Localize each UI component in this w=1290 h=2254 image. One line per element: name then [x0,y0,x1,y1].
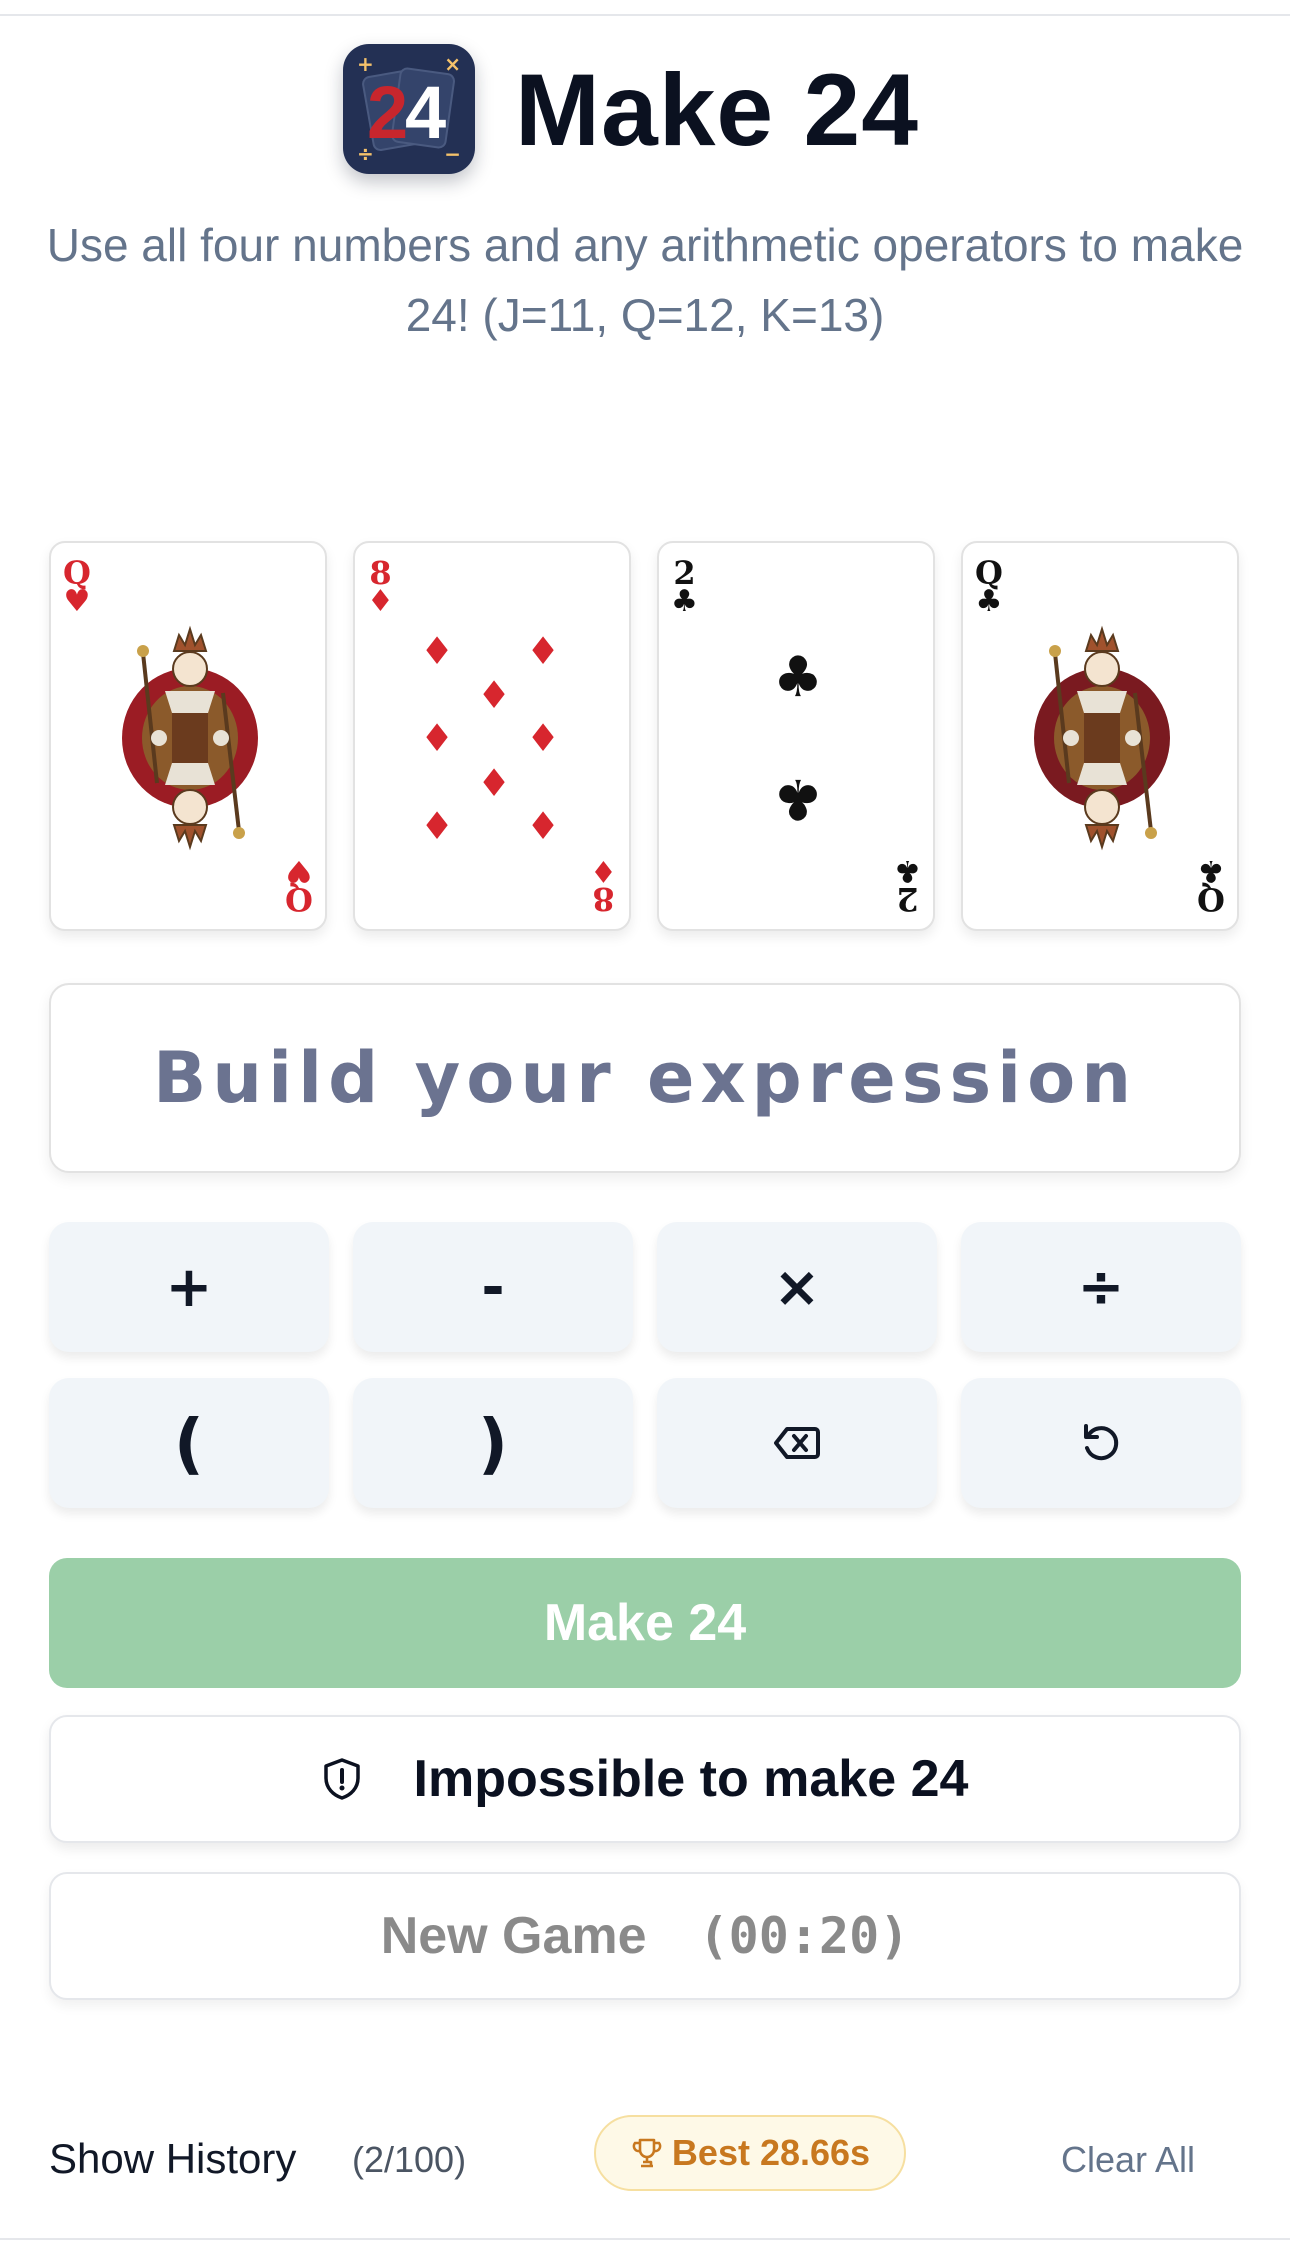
playing-card-q-hearts[interactable]: Q ♥ Q ♥ [49,541,327,931]
reset-icon [1084,1424,1119,1461]
new-game-label: New Game [380,1907,647,1965]
header: + × ÷ − 2 4 Make 24 [0,44,1290,184]
reset-button[interactable] [961,1378,1241,1508]
card-suit: ♣ [975,584,1003,619]
make-24-button[interactable]: Make 24 [49,1558,1241,1688]
diamonds-pip-icon: ♦ [525,716,561,760]
plus-button[interactable]: + [49,1222,329,1352]
close-paren-button[interactable]: ) [353,1378,633,1508]
clubs-pip-icon: ♣ [772,645,824,710]
diamonds-pip-icon: ♦ [525,804,561,848]
history-count: (2/100) [352,2139,467,2180]
card-index-top: Q ♥ [63,557,91,617]
playing-card-2-clubs[interactable]: 2 ♣ 2 ♣ ♣ ♣ [657,541,935,931]
queen-figure-icon [122,625,258,851]
card-index-top: 2 ♣ [671,557,698,617]
new-game-button[interactable]: New Game (00:20) [49,1872,1241,2000]
multiply-button[interactable]: × [657,1222,937,1352]
minus-button[interactable]: - [353,1222,633,1352]
card-index-bottom: 2 ♣ [894,853,921,918]
impossible-button[interactable]: Impossible to make 24 [49,1715,1241,1843]
card-index-top: 8 ♦ [367,557,394,617]
best-time-label: Best 28.66s [671,2132,871,2173]
card-suit: ♦ [590,853,617,888]
diamonds-pip-icon: ♦ [525,629,561,673]
playing-card-8-diamonds[interactable]: 8 ♦ 8 ♦ ♦ ♦ ♦ ♦ ♦ ♦ ♦ ♦ [353,541,631,931]
expression-display[interactable]: Build your expression [49,983,1241,1173]
card-suit: ♣ [894,853,921,888]
diamonds-pip-icon: ♦ [419,629,455,673]
game-timer: (00:20) [698,1907,910,1965]
card-index-bottom: Q ♣ [1197,853,1225,918]
logo-digit-4: 4 [405,71,447,154]
instructions-text: Use all four numbers and any arithmetic … [46,219,1244,341]
playing-card-q-clubs[interactable]: Q ♣ Q ♣ [961,541,1239,931]
logo-digit-2: 2 [367,71,409,154]
card-index-bottom: 8 ♦ [590,853,617,918]
card-suit: ♦ [367,584,394,619]
bottom-divider [0,2238,1290,2240]
diamonds-pip-icon: ♦ [419,716,455,760]
divide-button[interactable]: ÷ [961,1222,1241,1352]
page-title: Make 24 [515,53,919,167]
card-index-top: Q ♣ [975,557,1003,617]
card-suit: ♣ [1197,853,1225,888]
open-paren-button[interactable]: ( [49,1378,329,1508]
card-row: Q ♥ Q ♥ 8 ♦ 8 ♦ ♦ ♦ ♦ ♦ ♦ ♦ ♦ ♦ 2 ♣ 2 ♣ ♣ ♣ Q ♣ Q ♣ [49,541,1241,931]
card-suit: ♥ [285,853,313,888]
shield-icon [323,1758,360,1800]
clear-all-button[interactable]: Clear All [1061,2139,1195,2181]
show-history-toggle[interactable]: Show History [49,2135,296,2183]
diamonds-pip-icon: ♦ [419,804,455,848]
best-time-badge: Best 28.66s [594,2115,906,2191]
card-suit: ♣ [671,584,698,619]
top-divider [0,14,1290,16]
trophy-icon [632,2138,662,2168]
clubs-pip-icon: ♣ [772,766,824,831]
app-logo-icon: + × ÷ − 2 4 [343,44,475,174]
backspace-icon [774,1427,820,1459]
card-index-bottom: Q ♥ [285,853,313,918]
card-suit: ♥ [63,584,91,619]
diamonds-pip-icon: ♦ [476,673,512,717]
history-bar: Show History (2/100) Best 28.66s Clear A… [0,2115,1290,2205]
expression-placeholder: Build your expression [152,1037,1138,1119]
diamonds-pip-icon: ♦ [476,761,512,805]
impossible-label: Impossible to make 24 [413,1750,969,1808]
backspace-button[interactable] [657,1378,937,1508]
queen-figure-icon [1034,625,1170,851]
